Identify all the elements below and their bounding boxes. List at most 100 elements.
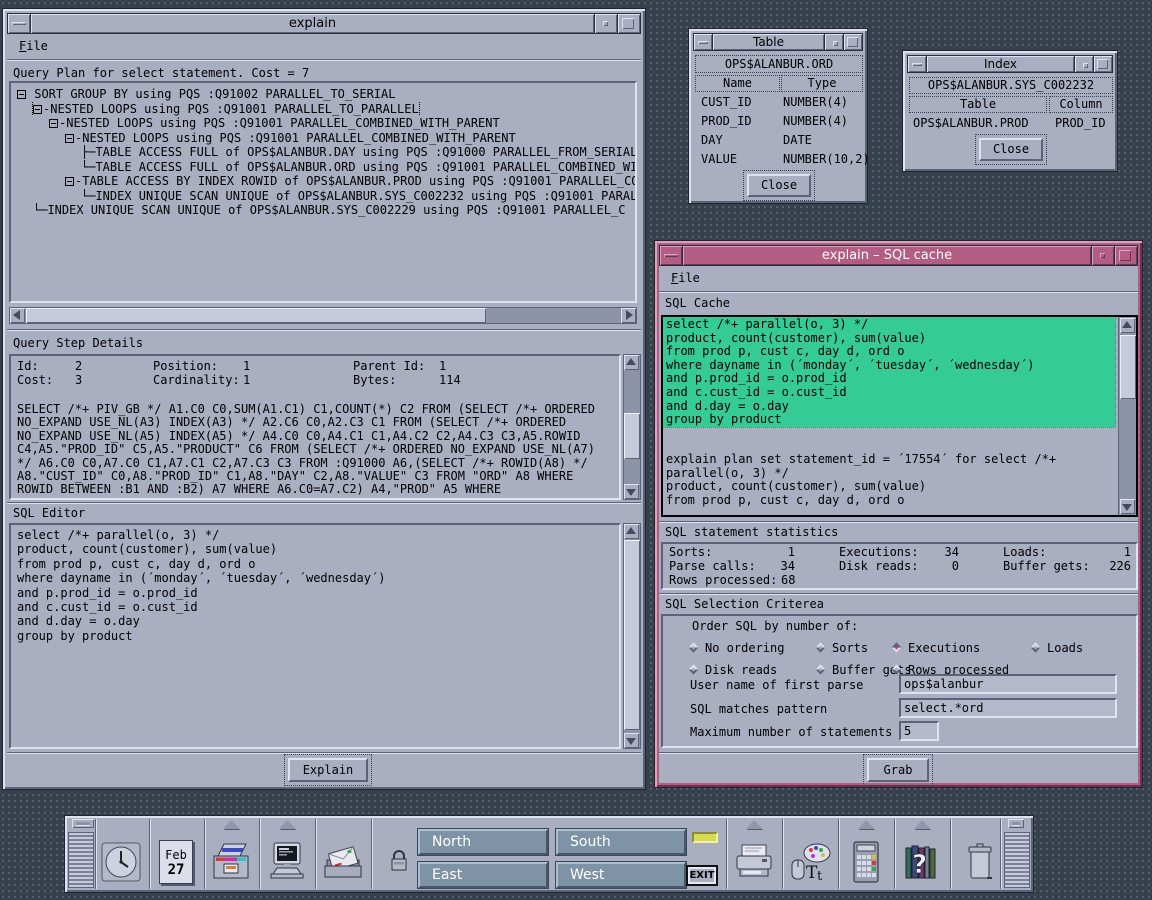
workspace-west-button[interactable]: West	[556, 862, 686, 888]
radio-no-ordering[interactable]: No ordering	[690, 640, 784, 655]
plan-tree-row[interactable]: ├─TABLE ACCESS FULL of OPS$ALANBUR.DAY u…	[11, 145, 635, 160]
scrollbar-thumb[interactable]	[26, 308, 486, 323]
minimize-button[interactable]	[1092, 246, 1114, 265]
sql-cache-titlebar[interactable]: explain – SQL cache	[659, 245, 1138, 266]
window-title[interactable]: Table	[713, 34, 824, 50]
explain-button[interactable]: Explain	[288, 758, 368, 782]
file-manager-icon[interactable]	[209, 840, 253, 884]
subpanel-arrow-terminal[interactable]	[279, 820, 295, 829]
scroll-up-button[interactable]	[1120, 318, 1135, 333]
user-name-input[interactable]	[899, 674, 1117, 694]
scroll-right-button[interactable]	[621, 308, 636, 323]
sql-editor-scrollbar[interactable]	[623, 523, 641, 749]
minimize-button[interactable]	[1075, 56, 1093, 72]
scroll-up-button[interactable]	[624, 524, 639, 539]
maximize-button[interactable]	[1115, 246, 1137, 265]
clock-icon[interactable]	[99, 840, 143, 884]
close-button[interactable]: Close	[747, 174, 811, 197]
scroll-down-button[interactable]	[1120, 499, 1135, 514]
scrollbar-thumb[interactable]	[624, 413, 640, 459]
window-menu-button[interactable]	[8, 14, 30, 33]
scroll-left-button[interactable]	[10, 308, 25, 323]
index-window-titlebar[interactable]: Index	[907, 55, 1113, 73]
table-window-titlebar[interactable]: Table	[693, 33, 863, 51]
subpanel-arrow-files[interactable]	[223, 820, 239, 829]
style-manager-icon[interactable]: Tt	[788, 840, 832, 884]
terminal-icon[interactable]	[265, 840, 309, 884]
expand-minus-icon[interactable]	[65, 177, 74, 186]
expand-minus-icon[interactable]	[49, 119, 58, 128]
minimize-button[interactable]	[825, 34, 843, 50]
plan-tree-row[interactable]: -TABLE ACCESS BY INDEX ROWID of OPS$ALAN…	[11, 174, 635, 189]
menu-file[interactable]: File	[667, 270, 704, 286]
grab-button[interactable]: Grab	[867, 758, 929, 782]
help-icon[interactable]: ?	[900, 840, 944, 884]
radio-sorts[interactable]: Sorts	[817, 640, 868, 655]
radio-executions[interactable]: Executions	[893, 640, 980, 655]
panel-minimize-handle[interactable]	[72, 819, 94, 828]
sql-cache-list[interactable]: select /*+ parallel(o, 3) */ product, co…	[661, 315, 1138, 517]
trash-icon[interactable]	[958, 840, 1002, 884]
selected-sql-text[interactable]: select /*+ parallel(o, 3) */ product, co…	[663, 317, 1115, 427]
mail-icon[interactable]	[321, 840, 365, 884]
plan-tree-row[interactable]: └─INDEX UNIQUE SCAN UNIQUE of OPS$ALANBU…	[11, 203, 635, 218]
workspace-east-button[interactable]: East	[418, 862, 548, 888]
scroll-down-button[interactable]	[624, 484, 639, 499]
window-title[interactable]: Index	[927, 56, 1074, 72]
maximize-button[interactable]	[1094, 56, 1112, 72]
maximize-button[interactable]	[618, 14, 640, 33]
column-header-name[interactable]: Name	[695, 75, 780, 92]
plan-tree-row[interactable]: └─TABLE ACCESS FULL of OPS$ALANBUR.ORD u…	[11, 160, 635, 175]
panel-right-grip[interactable]	[1004, 832, 1030, 888]
calculator-icon[interactable]	[844, 840, 888, 884]
scrollbar-thumb[interactable]	[624, 540, 640, 730]
step-sql-text[interactable]: SELECT /*+ PIV_GB */ A1.C0 C0,SUM(A1.C1)…	[17, 403, 595, 497]
maximize-button[interactable]	[844, 34, 862, 50]
plan-tree-row-selected[interactable]: -NESTED LOOPS using PQS :Q91001 PARALLEL…	[11, 102, 635, 117]
sql-cache-scrollbar[interactable]	[1118, 317, 1136, 515]
column-header-table[interactable]: Table	[909, 96, 1047, 113]
window-title[interactable]: explain – SQL cache	[683, 246, 1091, 265]
minimize-button[interactable]	[595, 14, 617, 33]
pending-sql-text[interactable]: explain plan set statement_id = ´17554´ …	[666, 453, 1056, 507]
panel-menu-button[interactable]	[1008, 819, 1024, 828]
scroll-down-button[interactable]	[624, 733, 639, 748]
lock-icon[interactable]	[390, 849, 408, 875]
workspace-north-button[interactable]: North	[418, 829, 548, 855]
expand-minus-icon[interactable]	[33, 105, 42, 114]
calendar-icon[interactable]: Feb 27	[159, 840, 193, 884]
column-header-type[interactable]: Type	[781, 75, 863, 92]
workspace-south-button[interactable]: South	[556, 829, 686, 855]
window-menu-button[interactable]	[908, 56, 926, 72]
plan-horizontal-scrollbar[interactable]	[9, 307, 637, 324]
expand-minus-icon[interactable]	[65, 134, 74, 143]
expand-minus-icon[interactable]	[17, 90, 26, 99]
plan-tree-row[interactable]: SORT GROUP BY using PQS :Q91002 PARALLEL…	[11, 87, 635, 102]
plan-tree-row[interactable]: -NESTED LOOPS using PQS :Q91001 PARALLEL…	[11, 131, 635, 146]
window-menu-button[interactable]	[694, 34, 712, 50]
column-header-column[interactable]: Column	[1049, 96, 1113, 113]
close-button[interactable]: Close	[979, 138, 1043, 161]
radio-disk-reads[interactable]: Disk reads	[690, 662, 777, 677]
exit-button[interactable]: EXIT	[686, 865, 718, 886]
max-statements-input[interactable]	[899, 721, 939, 741]
step-details-scrollbar[interactable]	[623, 354, 641, 500]
selected-sql-highlight[interactable]: select /*+ parallel(o, 3) */ product, co…	[663, 317, 1115, 427]
window-title[interactable]: explain	[31, 14, 594, 33]
plan-tree-row[interactable]: -NESTED LOOPS using PQS :Q91001 PARALLEL…	[11, 116, 635, 131]
scroll-up-button[interactable]	[624, 355, 639, 370]
subpanel-arrow-applications[interactable]	[858, 820, 874, 829]
plan-tree-row[interactable]: └─INDEX UNIQUE SCAN UNIQUE of OPS$ALANBU…	[11, 189, 635, 204]
sql-pattern-input[interactable]	[899, 698, 1117, 718]
printer-icon[interactable]	[732, 840, 776, 884]
window-menu-button[interactable]	[660, 246, 682, 265]
subpanel-arrow-printer[interactable]	[746, 820, 762, 829]
sql-editor-panel[interactable]: select /*+ parallel(o, 3) */ product, co…	[9, 523, 621, 749]
menu-file[interactable]: File	[15, 38, 52, 54]
sql-editor-text[interactable]: select /*+ parallel(o, 3) */ product, co…	[17, 528, 385, 643]
radio-loads[interactable]: Loads	[1032, 640, 1083, 655]
subpanel-arrow-help[interactable]	[914, 820, 930, 829]
panel-left-grip[interactable]	[68, 832, 94, 888]
scrollbar-thumb[interactable]	[1120, 335, 1136, 399]
explain-window-titlebar[interactable]: explain	[7, 13, 641, 34]
